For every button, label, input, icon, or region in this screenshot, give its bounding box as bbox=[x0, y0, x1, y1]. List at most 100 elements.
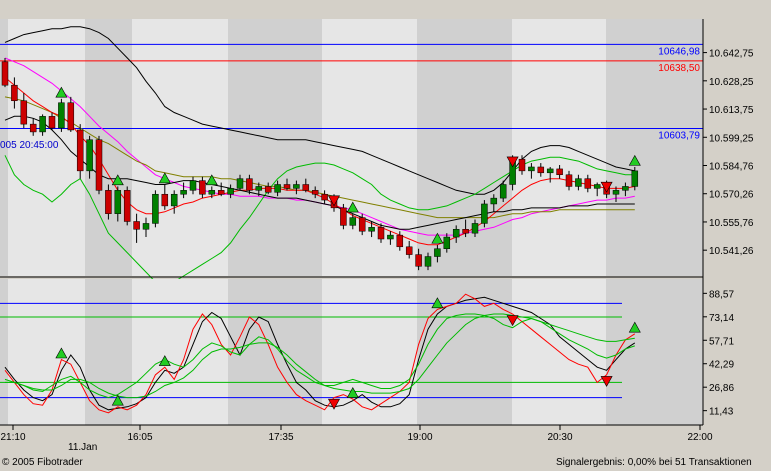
y-tick-label: 42,29 bbox=[709, 360, 734, 371]
candle-body bbox=[217, 190, 225, 195]
oscillator-panel bbox=[0, 279, 703, 425]
candle-body bbox=[246, 178, 253, 191]
oscillator-y-axis: 88,57 73,14 57,71 42,29 26,86 11,43 bbox=[703, 289, 734, 418]
candle-body bbox=[264, 186, 272, 193]
candle-body bbox=[161, 193, 169, 207]
candle-body bbox=[302, 184, 310, 191]
candle-body bbox=[133, 221, 140, 230]
candle-body bbox=[152, 193, 159, 224]
candle-body bbox=[340, 207, 347, 226]
candle-body bbox=[227, 188, 234, 195]
y-tick-label: 10.628,25 bbox=[709, 77, 754, 88]
candle-body bbox=[565, 174, 573, 187]
candle-body bbox=[29, 123, 37, 133]
candle-body bbox=[387, 234, 394, 240]
candle-body bbox=[180, 190, 187, 195]
time-band bbox=[228, 19, 322, 276]
candle-body bbox=[283, 184, 291, 189]
time-band bbox=[606, 19, 703, 276]
candle-body bbox=[170, 193, 178, 207]
candle-body bbox=[575, 178, 582, 187]
candle-body bbox=[537, 166, 545, 174]
y-tick-label: 10.599,25 bbox=[709, 133, 754, 144]
candle-body bbox=[462, 229, 469, 234]
candle-body bbox=[208, 190, 216, 195]
candle-body bbox=[86, 139, 93, 172]
candle-body bbox=[481, 203, 488, 224]
candle-body bbox=[612, 190, 620, 195]
candle-body bbox=[189, 180, 197, 191]
candle-body bbox=[39, 116, 46, 133]
candle-body bbox=[499, 184, 507, 199]
candle-body bbox=[311, 190, 319, 195]
candle-body bbox=[396, 234, 404, 248]
candle-body bbox=[236, 178, 244, 189]
candle-body bbox=[142, 223, 150, 230]
y-tick-label: 88,57 bbox=[709, 289, 734, 300]
candle-body bbox=[593, 184, 601, 189]
candle-body bbox=[95, 139, 103, 191]
candle-body bbox=[622, 186, 629, 191]
candle-body bbox=[556, 168, 563, 176]
candle-body bbox=[518, 158, 526, 172]
x-tick-label: 16:05 bbox=[127, 432, 152, 443]
footer-copyright: © 2005 Fibotrader bbox=[2, 457, 83, 468]
candle-body bbox=[631, 170, 639, 187]
candle-body bbox=[255, 186, 263, 191]
candle-body bbox=[443, 236, 451, 249]
candle-body bbox=[76, 129, 84, 172]
x-tick-label: 21:10 bbox=[0, 432, 25, 443]
candle-body bbox=[48, 116, 56, 129]
x-axis: 21:10 16:05 17:35 19:00 20:30 22:00 bbox=[0, 425, 713, 443]
x-tick-label: 19:00 bbox=[407, 432, 432, 443]
candle-body bbox=[358, 217, 366, 232]
candle-body bbox=[123, 190, 131, 222]
candle-body bbox=[528, 166, 535, 172]
price-annotation: 005 20:45:00 bbox=[0, 140, 59, 151]
x-tick-label: 17:35 bbox=[268, 432, 293, 443]
candle-body bbox=[274, 184, 281, 193]
candle-body bbox=[58, 102, 65, 129]
time-band bbox=[0, 279, 8, 425]
candle-body bbox=[105, 190, 112, 214]
candle-body bbox=[20, 100, 28, 125]
y-tick-label: 10.570,26 bbox=[709, 190, 754, 201]
price-panel: 005 20:45:00 10646,98 10638,50 10603,79 bbox=[0, 19, 703, 287]
x-tick-label: 22:00 bbox=[687, 432, 712, 443]
footer-signal-result: Signalergebnis: 0,00% bei 51 Transaktion… bbox=[556, 457, 752, 468]
y-tick-label: 10.642,75 bbox=[709, 49, 754, 60]
y-tick-label: 11,43 bbox=[709, 407, 734, 418]
candle-body bbox=[434, 248, 441, 257]
candle-body bbox=[321, 193, 328, 201]
candle-body bbox=[377, 227, 385, 240]
candle-body bbox=[452, 229, 460, 238]
price-level-label: 10638,50 bbox=[658, 63, 700, 74]
candle-body bbox=[114, 190, 122, 214]
candle-body bbox=[546, 168, 554, 174]
time-band bbox=[417, 19, 512, 276]
y-tick-label: 57,71 bbox=[709, 336, 734, 347]
candle-body bbox=[424, 256, 432, 267]
x-tick-label: 20:30 bbox=[547, 432, 572, 443]
candle-body bbox=[471, 223, 479, 234]
candle-body bbox=[368, 227, 375, 232]
candle-body bbox=[349, 217, 357, 226]
candle-body bbox=[11, 84, 18, 102]
y-tick-label: 10.555,76 bbox=[709, 218, 754, 229]
candle-body bbox=[293, 184, 300, 189]
fibotrader-chart-window: 005 20:45:00 10646,98 10638,50 10603,79 10… bbox=[0, 0, 771, 471]
y-tick-label: 10.613,75 bbox=[709, 105, 754, 116]
candle-body bbox=[1, 61, 9, 86]
price-y-axis: 10.642,75 10.628,25 10.613,75 10.599,25 10.5… bbox=[703, 49, 754, 257]
candle-body bbox=[405, 246, 413, 255]
candle-body bbox=[584, 178, 592, 189]
price-level-label: 10646,98 bbox=[658, 46, 700, 57]
y-tick-label: 26,86 bbox=[709, 383, 734, 394]
price-level-label: 10603,79 bbox=[658, 130, 700, 141]
y-tick-label: 10.584,76 bbox=[709, 161, 754, 172]
x-axis-date-label: 11.Jan bbox=[68, 442, 97, 453]
candle-body bbox=[490, 197, 498, 205]
y-tick-label: 10.541,26 bbox=[709, 246, 754, 257]
candle-body bbox=[415, 254, 422, 267]
candle-body bbox=[67, 102, 75, 131]
